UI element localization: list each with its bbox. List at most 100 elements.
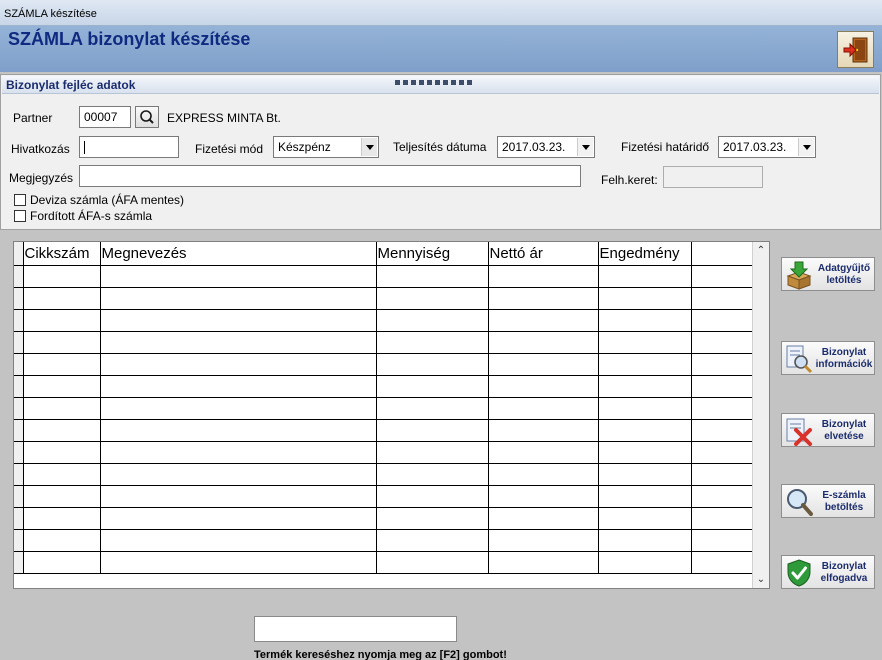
table-cell[interactable]: [23, 529, 101, 552]
table-cell[interactable]: [23, 309, 101, 332]
table-cell[interactable]: [488, 397, 599, 420]
table-cell[interactable]: [598, 419, 692, 442]
table-cell[interactable]: [691, 551, 754, 574]
table-cell[interactable]: [23, 419, 101, 442]
table-cell[interactable]: [691, 463, 754, 486]
scroll-up-icon[interactable]: ⌃: [753, 242, 769, 259]
table-cell[interactable]: [691, 375, 754, 398]
table-row[interactable]: [14, 331, 754, 354]
table-cell[interactable]: [598, 485, 692, 508]
table-cell[interactable]: [488, 353, 599, 376]
table-cell[interactable]: [100, 507, 377, 530]
table-cell[interactable]: [598, 375, 692, 398]
table-cell[interactable]: [100, 551, 377, 574]
chevron-down-icon[interactable]: [577, 138, 593, 156]
chevron-down-icon[interactable]: [361, 138, 377, 156]
table-cell[interactable]: [488, 419, 599, 442]
product-search-input[interactable]: [254, 616, 457, 642]
table-cell[interactable]: [100, 375, 377, 398]
table-cell[interactable]: [23, 507, 101, 530]
table-cell[interactable]: [488, 265, 599, 288]
table-cell[interactable]: [598, 463, 692, 486]
document-info-button[interactable]: Bizonylat információk: [781, 341, 875, 375]
data-collector-download-button[interactable]: Adatgyűjtő letöltés: [781, 257, 875, 291]
reverse-vat-checkbox[interactable]: [14, 210, 26, 222]
table-cell[interactable]: [376, 463, 489, 486]
due-date-picker[interactable]: 2017.03.23.: [718, 136, 816, 158]
table-cell[interactable]: [598, 287, 692, 310]
table-cell[interactable]: [488, 309, 599, 332]
table-cell[interactable]: [376, 485, 489, 508]
table-cell[interactable]: [100, 441, 377, 464]
table-cell[interactable]: [488, 485, 599, 508]
table-cell[interactable]: [100, 419, 377, 442]
table-cell[interactable]: [691, 287, 754, 310]
table-cell[interactable]: [23, 485, 101, 508]
table-cell[interactable]: [488, 463, 599, 486]
table-cell[interactable]: [100, 309, 377, 332]
table-cell[interactable]: [376, 265, 489, 288]
discard-document-button[interactable]: Bizonylat elvetése: [781, 413, 875, 447]
table-row[interactable]: [14, 551, 754, 574]
table-row[interactable]: [14, 287, 754, 310]
table-cell[interactable]: [598, 441, 692, 464]
table-cell[interactable]: [488, 287, 599, 310]
table-cell[interactable]: [100, 485, 377, 508]
table-cell[interactable]: [23, 287, 101, 310]
table-cell[interactable]: [598, 507, 692, 530]
table-cell[interactable]: [376, 397, 489, 420]
table-cell[interactable]: [691, 353, 754, 376]
table-cell[interactable]: [691, 507, 754, 530]
table-row[interactable]: [14, 485, 754, 508]
table-cell[interactable]: [23, 265, 101, 288]
table-row[interactable]: [14, 397, 754, 420]
scroll-down-icon[interactable]: ⌄: [753, 571, 769, 588]
table-cell[interactable]: [376, 529, 489, 552]
table-cell[interactable]: [691, 529, 754, 552]
table-cell[interactable]: [376, 375, 489, 398]
table-cell[interactable]: [100, 353, 377, 376]
table-cell[interactable]: [598, 309, 692, 332]
table-row[interactable]: [14, 309, 754, 332]
table-row[interactable]: [14, 441, 754, 464]
table-cell[interactable]: [376, 287, 489, 310]
table-cell[interactable]: [598, 331, 692, 354]
table-row[interactable]: [14, 419, 754, 442]
table-cell[interactable]: [598, 397, 692, 420]
table-cell[interactable]: [488, 551, 599, 574]
table-cell[interactable]: [691, 309, 754, 332]
table-cell[interactable]: [598, 551, 692, 574]
table-cell[interactable]: [100, 397, 377, 420]
table-cell[interactable]: [598, 529, 692, 552]
table-cell[interactable]: [376, 507, 489, 530]
table-cell[interactable]: [23, 551, 101, 574]
note-input[interactable]: [79, 165, 581, 187]
table-row[interactable]: [14, 353, 754, 376]
table-cell[interactable]: [376, 441, 489, 464]
table-cell[interactable]: [488, 441, 599, 464]
table-cell[interactable]: [598, 265, 692, 288]
table-cell[interactable]: [100, 287, 377, 310]
table-cell[interactable]: [488, 507, 599, 530]
table-cell[interactable]: [23, 441, 101, 464]
table-cell[interactable]: [488, 331, 599, 354]
table-cell[interactable]: [376, 309, 489, 332]
table-cell[interactable]: [488, 375, 599, 398]
column-header-item-code[interactable]: Cikkszám: [23, 242, 101, 266]
table-cell[interactable]: [376, 331, 489, 354]
table-row[interactable]: [14, 375, 754, 398]
table-cell[interactable]: [376, 551, 489, 574]
column-header-quantity[interactable]: Mennyiség: [376, 242, 489, 266]
table-cell[interactable]: [23, 397, 101, 420]
table-cell[interactable]: [691, 331, 754, 354]
table-cell[interactable]: [691, 441, 754, 464]
reference-input[interactable]: [79, 136, 179, 158]
table-cell[interactable]: [691, 265, 754, 288]
e-invoice-load-button[interactable]: E-számla betöltés: [781, 484, 875, 518]
table-row[interactable]: [14, 507, 754, 530]
column-header-net-price[interactable]: Nettó ár: [488, 242, 599, 266]
exit-button[interactable]: [837, 31, 874, 68]
column-header-discount[interactable]: Engedmény: [598, 242, 692, 266]
table-cell[interactable]: [100, 529, 377, 552]
column-header-name[interactable]: Megnevezés: [100, 242, 377, 266]
